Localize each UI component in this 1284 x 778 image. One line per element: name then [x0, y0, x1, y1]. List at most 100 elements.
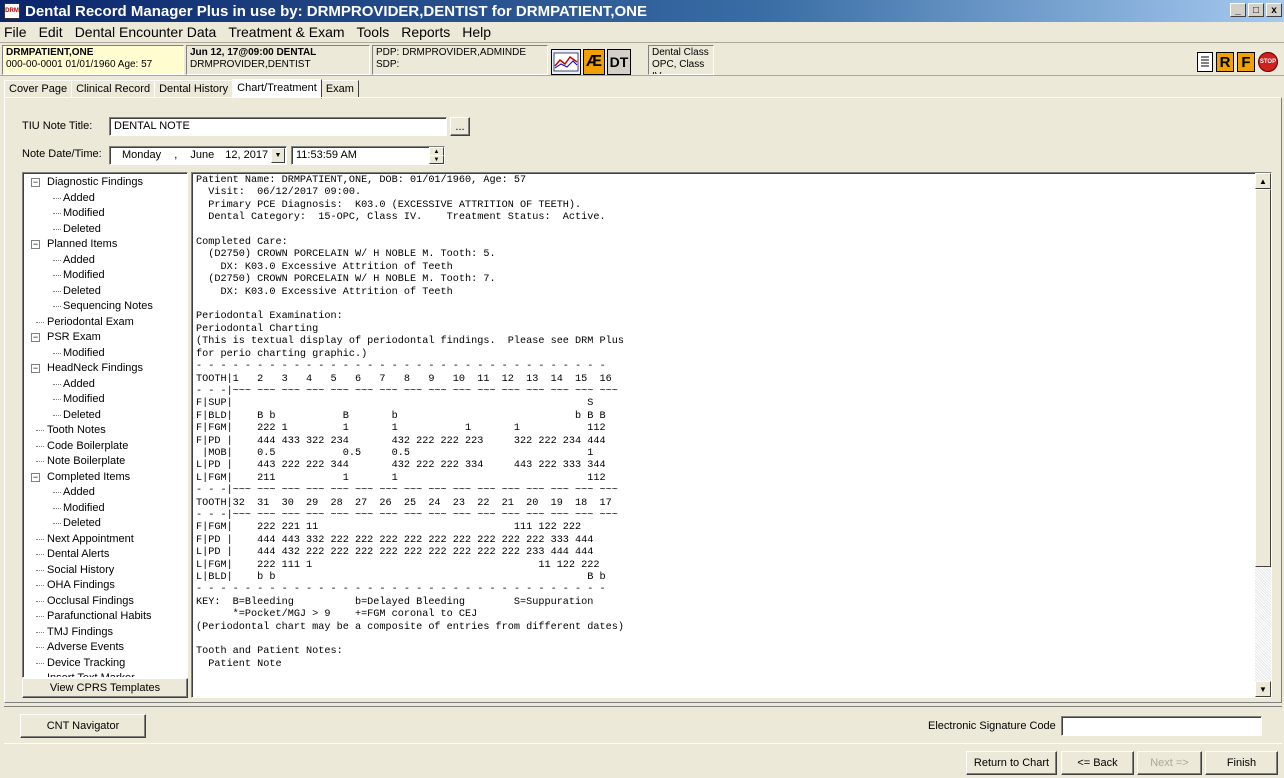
tree-item-modified[interactable]: Modified: [23, 392, 187, 408]
esig-field[interactable]: [1061, 716, 1262, 736]
menu-tools[interactable]: Tools: [351, 24, 396, 40]
device-tracking-icon[interactable]: DT: [607, 49, 631, 75]
return-to-chart-button[interactable]: Return to Chart: [966, 751, 1057, 775]
tree-item-completed-items[interactable]: − Completed Items: [23, 470, 187, 486]
tree-item-modified[interactable]: Modified: [23, 268, 187, 284]
maximize-button[interactable]: □: [1248, 3, 1264, 17]
tree-item-tooth-notes[interactable]: Tooth Notes: [23, 423, 187, 439]
finish-button[interactable]: Finish: [1205, 751, 1278, 775]
tree-item-insert-text-marker[interactable]: Insert Text Marker: [23, 671, 187, 677]
menu-file[interactable]: File: [0, 24, 33, 40]
tree-item-label: Dental Alerts: [47, 548, 110, 560]
tree-item-psr-exam[interactable]: − PSR Exam: [23, 330, 187, 346]
tree-item-label: Modified: [63, 207, 105, 219]
collapse-icon[interactable]: −: [31, 472, 40, 482]
patient-panel[interactable]: DRMPATIENT,ONE 000-00-0001 01/01/1960 Ag…: [2, 45, 184, 75]
scroll-thumb[interactable]: [1255, 189, 1271, 567]
next-button[interactable]: Next =>: [1137, 751, 1202, 775]
tree-item-added[interactable]: Added: [23, 377, 187, 393]
tab-chart-treatment[interactable]: Chart/Treatment: [232, 79, 322, 99]
tree-connector: [36, 430, 44, 431]
tree-connector: [53, 507, 61, 509]
tiu-note-title-field[interactable]: DENTAL NOTE: [109, 117, 447, 136]
tree-item-added[interactable]: Added: [23, 485, 187, 501]
tiu-browse-button[interactable]: ...: [450, 117, 470, 136]
tree-item-modified[interactable]: Modified: [23, 501, 187, 517]
note-date-field[interactable]: Monday , June 12, 2017: [109, 146, 287, 165]
tree-item-added[interactable]: Added: [23, 191, 187, 207]
tree-item-label: HeadNeck Findings: [47, 362, 143, 374]
tree-item-social-history[interactable]: Social History: [23, 563, 187, 579]
tree-item-sequencing-notes[interactable]: Sequencing Notes: [23, 299, 187, 315]
minimize-button[interactable]: _: [1230, 3, 1246, 17]
scroll-up-icon[interactable]: ▲: [1255, 173, 1271, 189]
tree-item-label: Modified: [63, 501, 105, 514]
tab-clinical-record[interactable]: Clinical Record: [71, 80, 156, 98]
back-button[interactable]: <= Back: [1061, 751, 1134, 775]
tree-item-modified[interactable]: Modified: [23, 206, 187, 222]
collapse-icon[interactable]: −: [31, 240, 40, 249]
stop-icon[interactable]: STOP: [1258, 52, 1278, 72]
menu-help[interactable]: Help: [456, 24, 497, 40]
vertical-scrollbar[interactable]: ▲ ▼: [1255, 173, 1271, 697]
notes-icon[interactable]: [1197, 52, 1213, 72]
tree-item-occlusal-findings[interactable]: Occlusal Findings: [23, 594, 187, 610]
collapse-icon[interactable]: −: [31, 364, 40, 373]
note-date-separator: ,: [174, 149, 178, 161]
collapse-icon[interactable]: −: [31, 178, 40, 187]
tab-cover-page[interactable]: Cover Page: [4, 80, 73, 98]
collapse-icon[interactable]: −: [31, 333, 40, 342]
tree-item-diagnostic-findings[interactable]: − Diagnostic Findings: [23, 175, 187, 191]
tree-item-dental-alerts[interactable]: Dental Alerts: [23, 547, 187, 563]
note-text-area[interactable]: Patient Name: DRMPATIENT,ONE, DOB: 01/01…: [191, 172, 1272, 698]
spin-down-icon[interactable]: ▼: [429, 155, 444, 164]
tree-item-adverse-events[interactable]: Adverse Events: [23, 640, 187, 656]
tree-item-modified[interactable]: Modified: [23, 346, 187, 362]
adverse-event-icon[interactable]: Æ: [583, 49, 605, 75]
close-button[interactable]: x: [1266, 3, 1282, 17]
tree-item-device-tracking[interactable]: Device Tracking: [23, 656, 187, 672]
tree-item-deleted[interactable]: Deleted: [23, 408, 187, 424]
patient-id: 000-00-0001 01/01/1960 Age: 57: [6, 59, 153, 70]
menu-reports[interactable]: Reports: [395, 24, 456, 40]
tree-item-added[interactable]: Added: [23, 253, 187, 269]
tree-item-note-boilerplate[interactable]: Note Boilerplate: [23, 454, 187, 470]
date-dropdown-icon[interactable]: ▼: [271, 148, 285, 163]
tree-connector: [53, 352, 61, 354]
tree-item-planned-items[interactable]: − Planned Items: [23, 237, 187, 253]
menu-edit[interactable]: Edit: [33, 24, 69, 40]
menu-treatment-exam[interactable]: Treatment & Exam: [222, 24, 350, 40]
note-time-field[interactable]: 11:53:59 AM: [291, 146, 445, 165]
template-tree[interactable]: − Diagnostic Findings Added Modified Deleted…: [22, 172, 188, 678]
tree-connector: [36, 600, 44, 602]
tree-connector: [53, 228, 61, 230]
time-spinner[interactable]: ▲ ▼: [429, 147, 444, 164]
tree-item-code-boilerplate[interactable]: Code Boilerplate: [23, 439, 187, 455]
tree-item-deleted[interactable]: Deleted: [23, 222, 187, 238]
dental-class-value: OPC, Class IV: [652, 59, 705, 74]
tree-item-tmj-findings[interactable]: TMJ Findings: [23, 625, 187, 641]
tree-item-deleted[interactable]: Deleted: [23, 284, 187, 300]
f-flag-icon[interactable]: F: [1237, 52, 1255, 72]
tree-item-headneck-findings[interactable]: − HeadNeck Findings: [23, 361, 187, 377]
r-flag-icon[interactable]: R: [1216, 52, 1234, 72]
tree-item-oha-findings[interactable]: OHA Findings: [23, 578, 187, 594]
dental-class-panel[interactable]: Dental Class OPC, Class IV: [648, 45, 714, 75]
cnt-navigator-button[interactable]: CNT Navigator: [20, 714, 146, 738]
menu-dental-encounter-data[interactable]: Dental Encounter Data: [69, 24, 223, 40]
visit-panel[interactable]: Jun 12, 17@09:00 DENTAL DRMPROVIDER,DENT…: [186, 45, 370, 75]
chart-icon[interactable]: [551, 49, 581, 75]
view-cprs-templates-button[interactable]: View CPRS Templates: [22, 678, 188, 698]
tab-exam[interactable]: Exam: [320, 80, 359, 98]
pdp-provider: PDP: DRMPROVIDER,ADMINDE: [376, 47, 527, 58]
tab-dental-history[interactable]: Dental History: [154, 80, 234, 98]
tree-item-periodontal-exam[interactable]: Periodontal Exam: [23, 315, 187, 331]
tree-item-deleted[interactable]: Deleted: [23, 516, 187, 532]
patient-info-bar: DRMPATIENT,ONE 000-00-0001 01/01/1960 Ag…: [0, 42, 1284, 76]
tree-connector: [36, 631, 44, 633]
scroll-down-icon[interactable]: ▼: [1255, 681, 1271, 697]
tree-item-label: Tooth Notes: [47, 424, 106, 436]
provider-panel[interactable]: PDP: DRMPROVIDER,ADMINDE SDP:: [372, 45, 548, 75]
tree-item-next-appointment[interactable]: Next Appointment: [23, 532, 187, 548]
tree-item-parafunctional-habits[interactable]: Parafunctional Habits: [23, 609, 187, 625]
